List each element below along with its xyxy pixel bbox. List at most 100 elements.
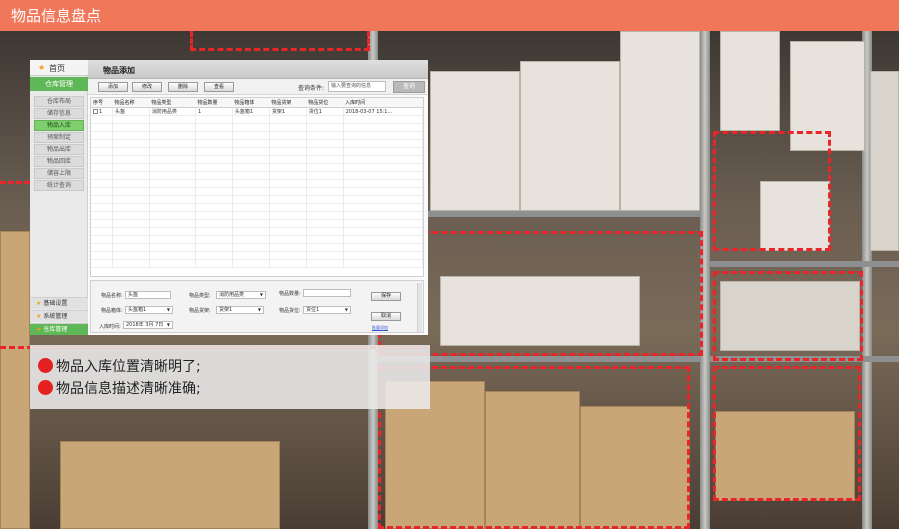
table-cell	[343, 243, 423, 252]
table-cell	[91, 115, 114, 124]
type-select[interactable]: 消防用品类 ▼	[216, 291, 266, 299]
table-cell	[232, 235, 270, 244]
table-cell	[195, 139, 233, 148]
sidebar-item[interactable]: 储存信息	[34, 108, 84, 119]
column-header[interactable]: 入库时间	[343, 98, 423, 108]
query-button[interactable]: 查询	[393, 81, 425, 93]
column-header[interactable]: 物品货位	[306, 98, 344, 108]
table-cell	[195, 211, 233, 220]
table-cell	[306, 147, 344, 156]
delete-button[interactable]: 删除	[168, 82, 198, 92]
empty-table-row	[91, 171, 423, 180]
header-bar: 物品信息盘点	[0, 0, 899, 31]
table-cell	[91, 227, 114, 236]
column-header[interactable]: 序号	[91, 98, 113, 108]
table-cell: 消防用品类	[149, 107, 197, 116]
sidebar-bottom-basic[interactable]: ★ 基础设置	[30, 297, 88, 309]
edit-button[interactable]: 修改	[132, 82, 162, 92]
table-cell	[195, 179, 233, 188]
main-header: 物品添加	[88, 60, 428, 79]
column-header[interactable]: 物品货架	[269, 98, 307, 108]
table-cell	[306, 187, 344, 196]
table-cell: 1	[91, 107, 114, 116]
column-header[interactable]: 物品类型	[149, 98, 196, 108]
table-cell	[232, 187, 270, 196]
table-cell	[232, 203, 270, 212]
table-cell	[91, 179, 114, 188]
page-title: 物品信息盘点	[11, 7, 102, 25]
empty-table-row	[91, 155, 423, 164]
table-cell	[232, 259, 270, 268]
star-icon: ★	[38, 63, 46, 72]
box-select[interactable]: 头盔箱1 ▼	[125, 306, 173, 314]
table-cell	[269, 123, 307, 132]
sidebar-bottom-warehouse[interactable]: ★ 仓库管理	[30, 323, 88, 335]
table-cell	[195, 219, 233, 228]
sidebar-item[interactable]: 储容上限	[34, 168, 84, 179]
table-cell	[112, 147, 150, 156]
table-body: 1 头盔 消防用品类 1 头盔箱1 货架1 货位1 2018-03-07 15:1...	[91, 107, 423, 268]
sidebar-item[interactable]: 统计查询	[34, 180, 84, 191]
home-label: 首页	[49, 64, 65, 73]
slot-label: 物品货位:	[279, 308, 301, 314]
date-picker[interactable]: 2018年 3月 7日 ▼	[123, 321, 173, 329]
sidebar-item[interactable]: 物品出库	[34, 144, 84, 155]
table-cell	[269, 219, 307, 228]
table-row[interactable]: 1 头盔 消防用品类 1 头盔箱1 货架1 货位1 2018-03-07 15:1...	[91, 107, 423, 116]
table-cell	[91, 251, 114, 260]
sidebar: ★ 首页 仓库管理 仓库布局 储存信息 物品入库 预案制定 物品出库 物品回库 …	[30, 60, 88, 335]
table-cell	[232, 171, 270, 180]
table-cell	[269, 155, 307, 164]
main-panel: 物品添加 添加 修改 删除 查看 查询条件: 输入要查询的信息 查询 序号 物品…	[88, 60, 428, 335]
table-cell	[149, 155, 197, 164]
table-cell	[195, 227, 233, 236]
table-cell	[91, 131, 114, 140]
table-cell	[232, 155, 270, 164]
table-cell	[195, 171, 233, 180]
batch-add-link[interactable]: 批量添加	[372, 325, 388, 331]
home-nav[interactable]: ★ 首页	[30, 60, 88, 76]
sidebar-item[interactable]: 物品回库	[34, 156, 84, 167]
table-cell	[343, 187, 423, 196]
table-cell	[149, 235, 197, 244]
scrollbar[interactable]	[417, 283, 422, 332]
table-cell	[306, 203, 344, 212]
column-header[interactable]: 物品名称	[112, 98, 150, 108]
table-cell	[343, 179, 423, 188]
sidebar-item[interactable]: 仓库布局	[34, 96, 84, 107]
table-cell	[112, 179, 150, 188]
main-title: 物品添加	[103, 66, 135, 75]
slot-select[interactable]: 货位1 ▼	[303, 306, 351, 314]
sidebar-bottom-system[interactable]: ★ 系统管理	[30, 310, 88, 322]
table-cell	[112, 115, 150, 124]
table-cell	[91, 195, 114, 204]
bullet-dot-icon	[38, 380, 53, 395]
table-cell	[306, 179, 344, 188]
sidebar-item[interactable]: 预案制定	[34, 132, 84, 143]
add-button[interactable]: 添加	[98, 82, 128, 92]
table-cell	[195, 195, 233, 204]
table-cell	[269, 131, 307, 140]
shelf-select[interactable]: 货架1 ▼	[216, 306, 264, 314]
table-cell: 1	[195, 107, 233, 116]
table-cell	[306, 139, 344, 148]
column-header[interactable]: 物品箱体	[232, 98, 270, 108]
qty-input[interactable]	[303, 289, 351, 297]
sidebar-item-active[interactable]: 物品入库	[34, 120, 84, 131]
table-cell	[269, 115, 307, 124]
warehouse-section-header[interactable]: 仓库管理	[30, 77, 88, 91]
column-header[interactable]: 物品数量	[195, 98, 233, 108]
query-input[interactable]: 输入要查询的信息	[328, 81, 386, 92]
table-cell	[232, 131, 270, 140]
table-cell	[149, 211, 197, 220]
table-cell	[232, 163, 270, 172]
view-button[interactable]: 查看	[204, 82, 234, 92]
table-cell	[91, 187, 114, 196]
table-cell	[343, 259, 423, 268]
save-button[interactable]: 保存	[371, 292, 401, 301]
name-input[interactable]: 头盔	[125, 291, 171, 299]
empty-table-row	[91, 147, 423, 156]
cancel-button[interactable]: 取消	[371, 312, 401, 321]
table-cell	[149, 187, 197, 196]
row-checkbox[interactable]	[93, 108, 98, 114]
